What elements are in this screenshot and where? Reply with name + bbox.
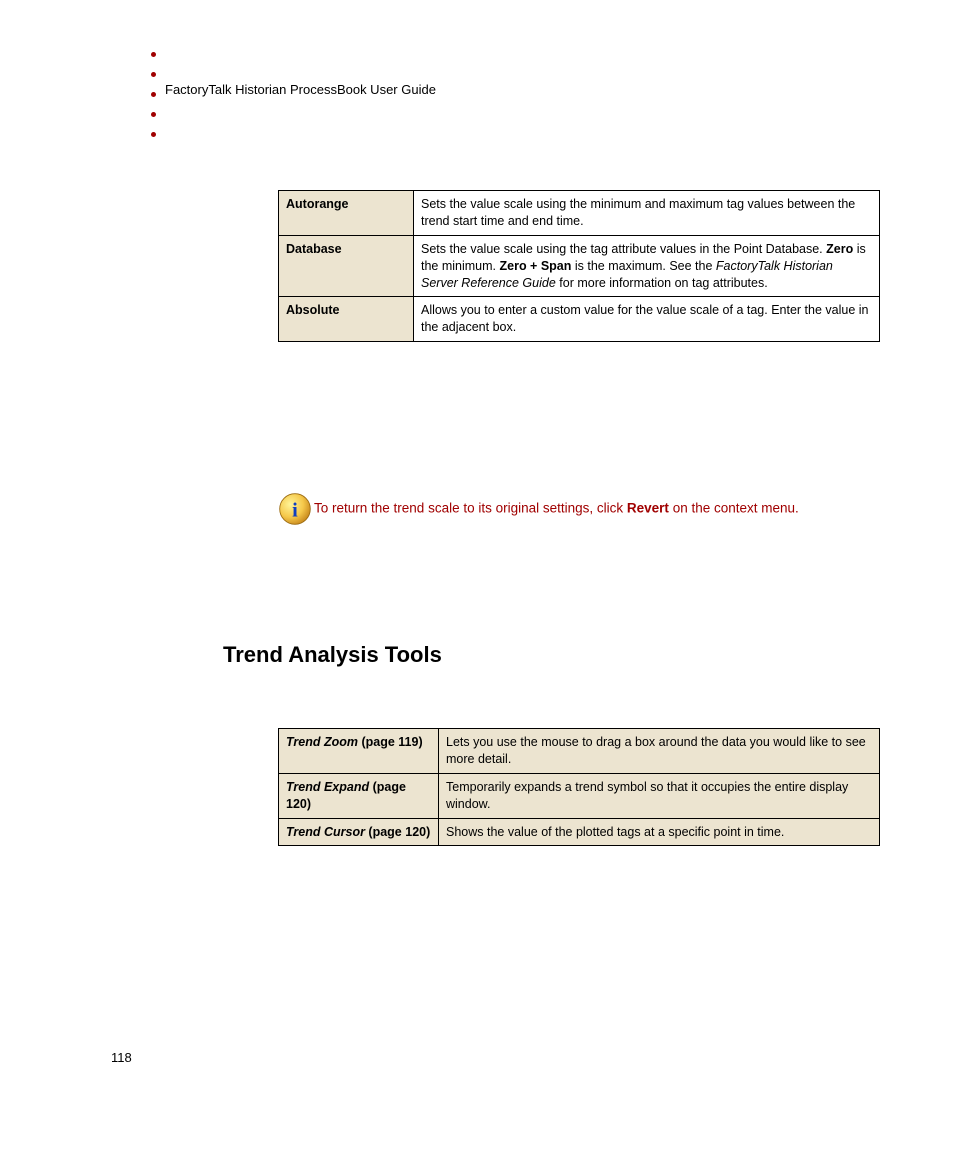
table-row: Trend Expand (page 120) Temporarily expa…	[279, 773, 880, 818]
tool-name: Trend Zoom	[286, 735, 358, 749]
running-header: FactoryTalk Historian ProcessBook User G…	[165, 82, 436, 97]
option-description: Allows you to enter a custom value for t…	[414, 297, 880, 342]
bullet-icon	[151, 112, 156, 117]
text: Sets the value scale using the tag attri…	[421, 242, 826, 256]
analysis-tools-table: Trend Zoom (page 119) Lets you use the m…	[278, 728, 880, 846]
text: for more information on tag attributes.	[556, 276, 768, 290]
tool-page-ref: (page 119)	[358, 735, 423, 749]
bullet-icon	[151, 92, 156, 97]
table-row: Database Sets the value scale using the …	[279, 235, 880, 297]
header-bullet-list	[151, 52, 156, 152]
option-description: Sets the value scale using the tag attri…	[414, 235, 880, 297]
table-row: Autorange Sets the value scale using the…	[279, 191, 880, 236]
text-bold: Zero + Span	[500, 259, 572, 273]
bullet-icon	[151, 132, 156, 137]
tool-description: Lets you use the mouse to drag a box aro…	[439, 729, 880, 774]
note-text: on the context menu.	[669, 501, 799, 516]
info-icon: i	[278, 492, 312, 526]
analysis-tools-table-wrapper: Trend Zoom (page 119) Lets you use the m…	[278, 728, 880, 846]
scale-options-table-wrapper: Autorange Sets the value scale using the…	[278, 190, 880, 342]
scale-options-table: Autorange Sets the value scale using the…	[278, 190, 880, 342]
text-bold: Zero	[826, 242, 853, 256]
option-description: Sets the value scale using the minimum a…	[414, 191, 880, 236]
text: is the maximum. See the	[571, 259, 716, 273]
table-row: Absolute Allows you to enter a custom va…	[279, 297, 880, 342]
note-callout: i To return the trend scale to its origi…	[278, 492, 880, 526]
tool-description: Temporarily expands a trend symbol so th…	[439, 773, 880, 818]
table-row: Trend Zoom (page 119) Lets you use the m…	[279, 729, 880, 774]
bullet-icon	[151, 52, 156, 57]
option-label: Absolute	[279, 297, 414, 342]
tool-label: Trend Cursor (page 120)	[279, 818, 439, 846]
note-text: To return the trend scale to its origina…	[314, 501, 627, 516]
note-text-bold: Revert	[627, 501, 669, 516]
tool-description: Shows the value of the plotted tags at a…	[439, 818, 880, 846]
section-heading: Trend Analysis Tools	[223, 642, 442, 668]
tool-label: Trend Zoom (page 119)	[279, 729, 439, 774]
bullet-icon	[151, 72, 156, 77]
svg-text:i: i	[292, 500, 298, 522]
tool-name: Trend Cursor	[286, 825, 365, 839]
tool-page-ref: (page 120)	[365, 825, 430, 839]
page-number: 118	[111, 1050, 132, 1065]
option-label: Database	[279, 235, 414, 297]
tool-label: Trend Expand (page 120)	[279, 773, 439, 818]
option-label: Autorange	[279, 191, 414, 236]
tool-name: Trend Expand	[286, 780, 369, 794]
table-row: Trend Cursor (page 120) Shows the value …	[279, 818, 880, 846]
